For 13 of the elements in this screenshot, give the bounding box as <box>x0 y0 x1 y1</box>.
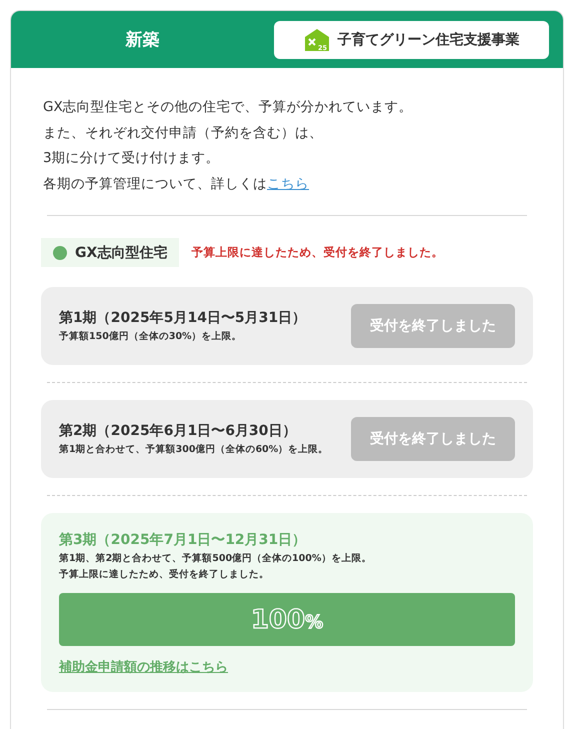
period-note: 予算上限に達したため、受付を終了しました。 <box>59 568 270 581</box>
closed-notice: 予算上限に達したため、受付を終了しました。 <box>191 245 444 260</box>
header-title: 新築 <box>124 29 160 51</box>
intro-paragraph: GX志向型住宅とその他の住宅で、予算が分かれています。 また、それぞれ交付申請（予約を含む）は、 3期に分けて受け付けます。 各期の予算管理について、詳しくは こちら <box>42 98 414 194</box>
period-title: 第1期（2025年5月14日〜5月31日） <box>59 309 306 327</box>
period-note: 第1期と合わせて、予算額300億円（全体の60%）を上限。 <box>59 443 328 456</box>
period-note: 予算額150億円（全体の30%）を上限。 <box>59 330 243 343</box>
period-title: 第2期（2025年6月1日〜6月30日） <box>59 422 298 440</box>
details-link[interactable]: こちら <box>267 176 309 192</box>
history-link[interactable]: 補助金申請額の推移はこちら <box>59 658 228 676</box>
period-title: 第3期（2025年7月1日〜12月31日） <box>59 531 308 549</box>
period-note: 第1期、第2期と合わせて、予算額500億円（全体の100%）を上限。 <box>59 552 372 565</box>
category-label: GX志向型住宅 <box>75 244 168 262</box>
